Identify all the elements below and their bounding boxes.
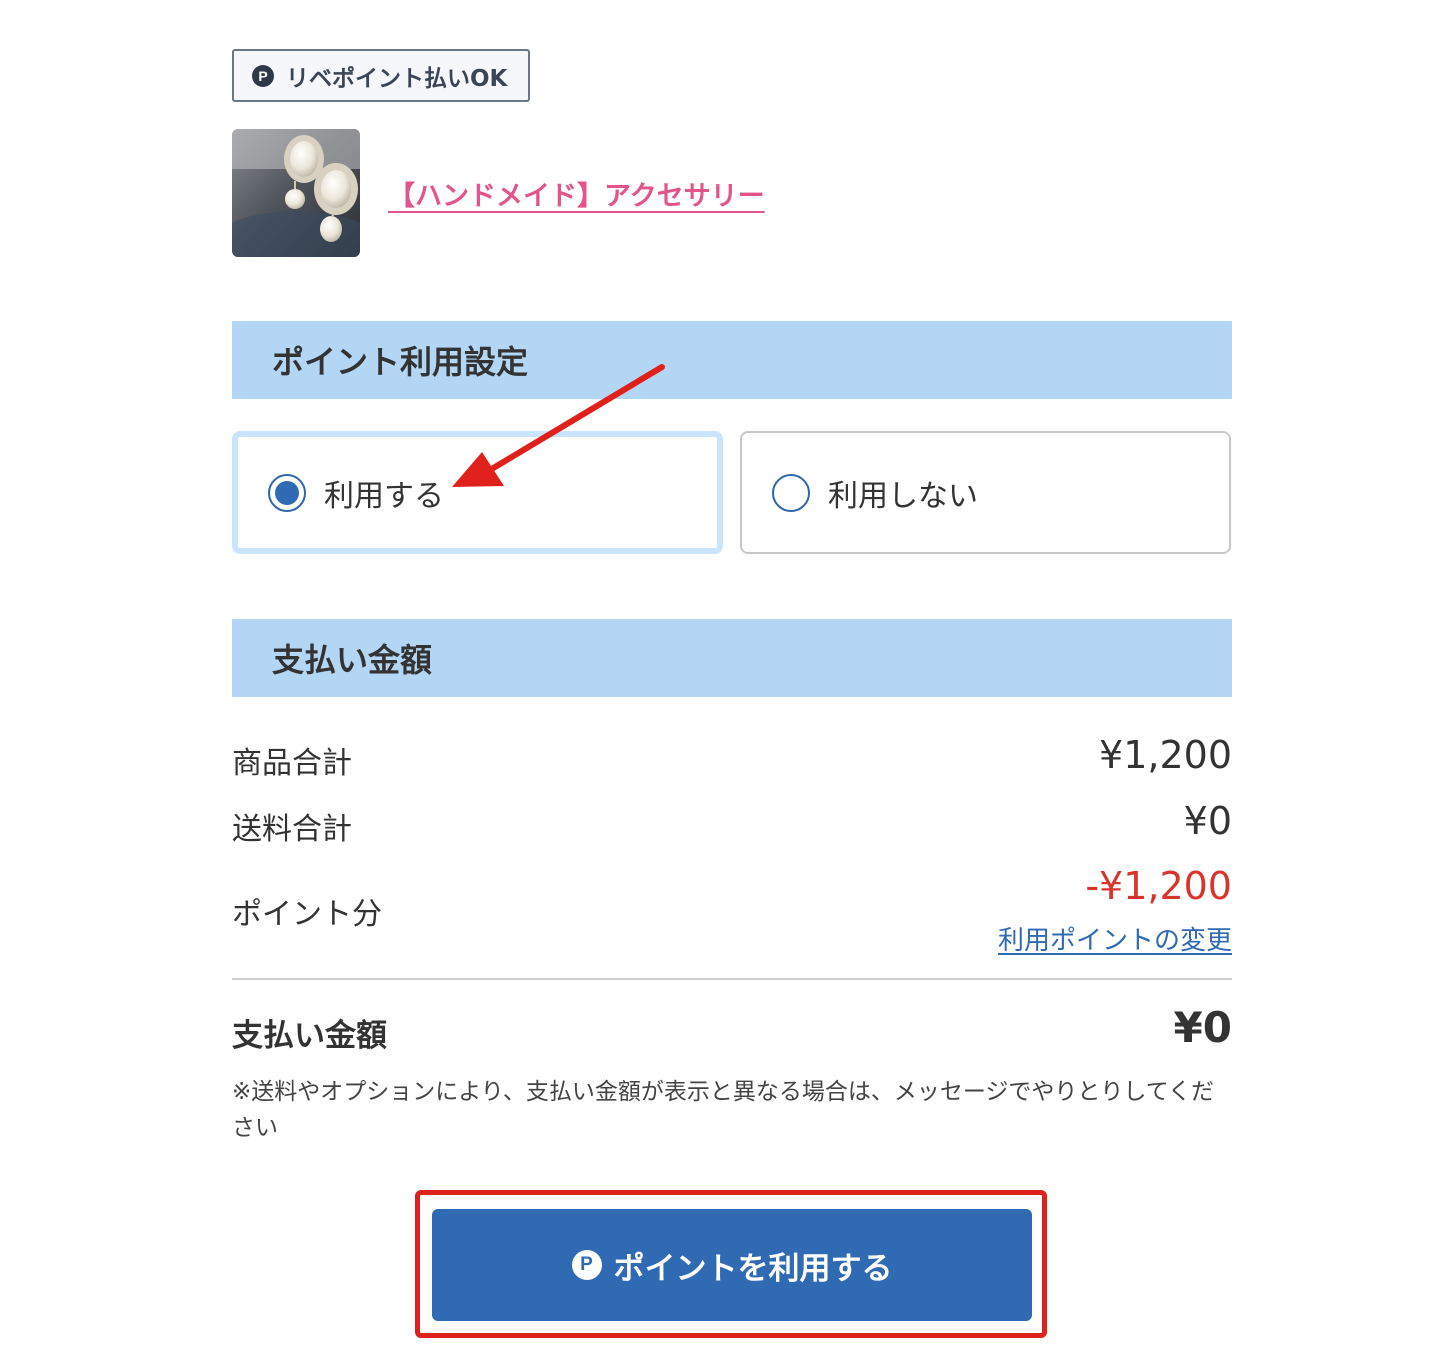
points-discount-label: ポイント分 [232,897,382,932]
product-thumbnail[interactable] [232,129,360,257]
radio-checked-icon [268,473,306,512]
use-points-button-label: ポイントを利用する [613,1250,893,1287]
radio-no-points[interactable]: 利用しない [740,431,1231,554]
payment-note: ※送料やオプションにより、支払い金額が表示と異なる場合は、メッセージでやりとりし… [232,1079,1215,1141]
radio-use-points[interactable]: 利用する [232,431,723,554]
subtotal-label: 商品合計 [232,746,352,781]
point-settings-heading: ポイント利用設定 [232,321,1232,399]
badge-label: リベポイント払いOK [286,65,508,92]
divider [232,978,1232,980]
change-points-link[interactable]: 利用ポイントの変更 [998,920,1232,957]
point-payment-page: P リベポイント払いOK 【ハンドメイド】アクセサリー ポイント利用設定 利用す… [0,0,1432,1370]
radio-no-points-label: 利用しない [828,478,978,514]
shipping-label: 送料合計 [232,812,352,847]
use-points-button[interactable]: P ポイントを利用する [432,1209,1032,1321]
payment-heading: 支払い金額 [232,619,1232,697]
shipping-value: ¥0 [1183,799,1232,843]
total-value: ¥0 [1173,1003,1232,1052]
radio-unchecked-icon [772,473,810,512]
point-p-icon: P [571,1250,602,1280]
subtotal-value: ¥1,200 [1099,733,1232,777]
earrings-image [232,129,360,257]
points-discount-value: -¥1,200 [1085,864,1232,908]
total-label: 支払い金額 [232,1018,387,1054]
product-title-link[interactable]: 【ハンドメイド】アクセサリー [388,174,765,213]
radio-use-points-label: 利用する [324,478,444,514]
libe-point-badge: P リベポイント払いOK [232,49,530,102]
point-p-icon: P [252,64,274,87]
